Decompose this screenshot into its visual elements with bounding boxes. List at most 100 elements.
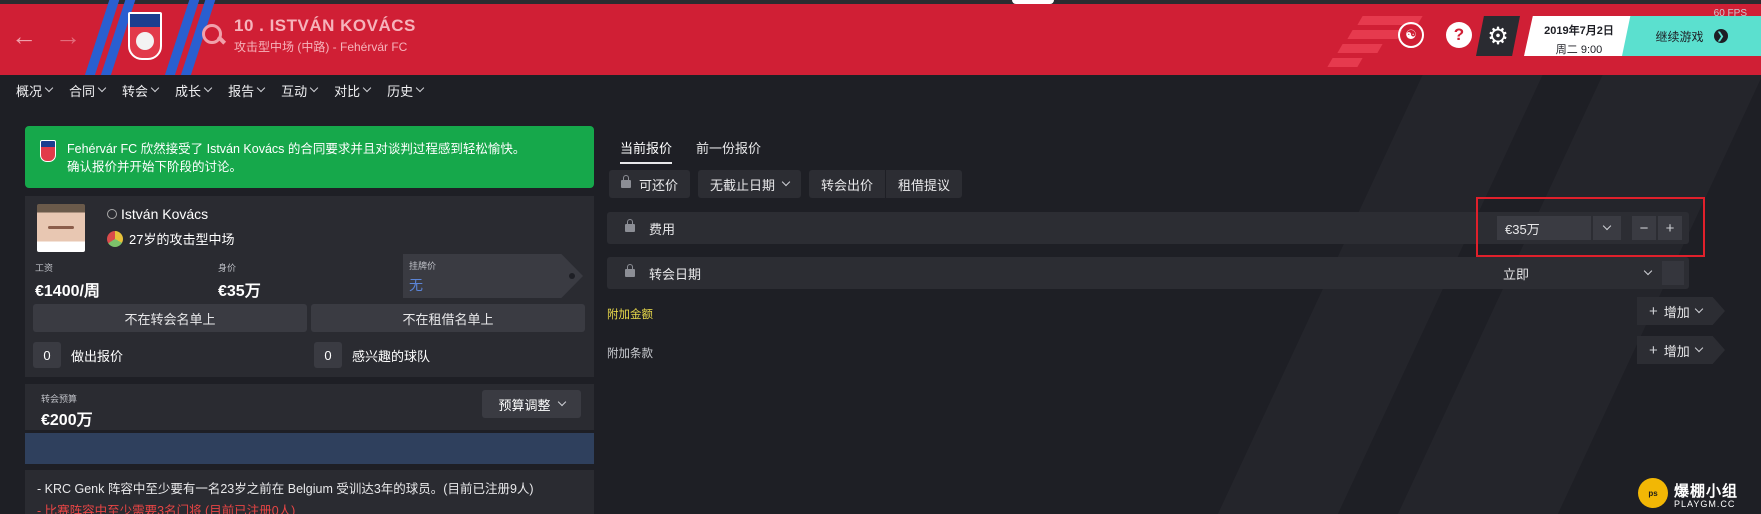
deadline-label: 无截止日期 bbox=[710, 177, 776, 193]
asking-price-value: 无 bbox=[409, 277, 423, 293]
notice-text: Fehérvár FC 欣然接受了 István Kovács 的合同要求并且对… bbox=[67, 140, 525, 176]
lock-icon[interactable] bbox=[625, 219, 635, 232]
transfer-list-button[interactable]: 不在转会名单上 bbox=[33, 304, 307, 332]
watermark-title: 爆棚小组 bbox=[1674, 483, 1739, 500]
chevron-down-icon bbox=[1643, 266, 1653, 276]
deadline-select[interactable]: 无截止日期 bbox=[698, 170, 802, 198]
offers-label: 做出报价 bbox=[71, 348, 124, 364]
offers-made[interactable]: 0 做出报价 bbox=[33, 342, 123, 368]
info-bar bbox=[25, 433, 594, 464]
globe-icon[interactable]: ☯ bbox=[1398, 22, 1424, 48]
date-display[interactable]: 2019年7月2日 周二 9:00 bbox=[1524, 16, 1634, 56]
notice-line: 确认报价并开始下阶段的讨论。 bbox=[67, 160, 243, 174]
offer-options: 可还价 无截止日期 转会出价 租借提议 bbox=[609, 170, 963, 198]
add-label: 增加 bbox=[1663, 304, 1690, 320]
value-value: €35万 bbox=[218, 283, 261, 300]
loan-list-button[interactable]: 不在租借名单上 bbox=[311, 304, 585, 332]
notice-line: Fehérvár FC 欣然接受了 István Kovács 的合同要求并且对… bbox=[67, 142, 526, 156]
page-title: 10 . ISTVÁN KOVÁCS bbox=[234, 16, 416, 35]
negotiable-label: 可还价 bbox=[639, 177, 679, 193]
wage-stat: 工资 €1400/周 bbox=[35, 261, 100, 301]
forward-icon[interactable]: → bbox=[50, 18, 86, 54]
player-name[interactable]: István Kovács bbox=[107, 206, 208, 222]
requirement-line: - 比赛阵容中至少需要3名门将 (目前已注册0人) bbox=[37, 504, 296, 514]
chevron-down-icon bbox=[150, 83, 160, 93]
wage-label: 工资 bbox=[35, 263, 54, 273]
plus-icon: + bbox=[1649, 341, 1658, 359]
player-role-text: 27岁的攻击型中场 bbox=[129, 232, 235, 247]
club-crest-icon[interactable] bbox=[128, 12, 162, 60]
avatar[interactable] bbox=[37, 204, 85, 252]
transfer-date-label: 转会日期 bbox=[649, 266, 702, 282]
chevron-down-icon bbox=[44, 83, 54, 93]
menu-item-development[interactable]: 成长 bbox=[175, 81, 213, 100]
player-name-text: István Kovács bbox=[121, 206, 209, 222]
chevron-down-icon bbox=[256, 83, 266, 93]
help-icon[interactable]: ? bbox=[1446, 22, 1472, 48]
lock-icon[interactable] bbox=[625, 264, 635, 277]
offers-count: 0 bbox=[33, 342, 61, 368]
window-notch bbox=[1012, 0, 1054, 4]
squad-requirements: - KRC Genk 阵容中至少要有一名23岁之前在 Belgium 受训达3年… bbox=[25, 470, 594, 514]
continue-label: 继续游戏 bbox=[1655, 29, 1704, 44]
watermark-logo: ps bbox=[1638, 478, 1668, 508]
transfer-date-value: 立即 bbox=[1503, 266, 1530, 282]
add-clause-button[interactable]: + 增加 bbox=[1637, 336, 1725, 364]
current-time: 周二 9:00 bbox=[1555, 44, 1603, 56]
menu-item-history[interactable]: 历史 bbox=[387, 81, 425, 100]
dot-icon bbox=[569, 273, 575, 279]
chevron-down-icon bbox=[362, 83, 372, 93]
chevron-down-icon bbox=[203, 83, 213, 93]
add-label: 增加 bbox=[1663, 343, 1690, 359]
nation-flag-icon bbox=[107, 230, 123, 247]
chevron-down-icon bbox=[309, 83, 319, 93]
interested-count: 0 bbox=[314, 342, 342, 368]
continue-button[interactable]: 继续游戏 ❯ bbox=[1622, 16, 1761, 56]
asking-price-box[interactable]: 挂牌价 无 bbox=[403, 254, 583, 298]
transfer-date-row: 转会日期 立即 bbox=[607, 257, 1689, 289]
menu-item-overview[interactable]: 概况 bbox=[16, 81, 54, 100]
extra-fees-label: 附加金额 bbox=[607, 309, 653, 321]
chevron-down-icon bbox=[97, 83, 107, 93]
tab-current-offer[interactable]: 当前报价 bbox=[620, 138, 673, 164]
watermark-subtitle: PLAYGM.CC bbox=[1674, 499, 1736, 509]
negotiable-toggle[interactable]: 可还价 bbox=[609, 170, 691, 198]
player-card: István Kovács 27岁的攻击型中场 工资 €1400/周 身价 €3… bbox=[25, 196, 594, 377]
extra-clauses-label: 附加条款 bbox=[607, 348, 653, 360]
transfer-date-select[interactable]: 立即 bbox=[1497, 261, 1657, 285]
value-stat: 身价 €35万 bbox=[218, 261, 261, 301]
current-date: 2019年7月2日 bbox=[1544, 25, 1614, 37]
menu-item-interaction[interactable]: 互动 bbox=[281, 81, 319, 100]
loan-offer-button[interactable]: 租借提议 bbox=[886, 170, 963, 198]
budget-value: €200万 bbox=[41, 412, 93, 429]
fps-counter: 60 FPS bbox=[1713, 8, 1747, 19]
search-icon[interactable] bbox=[200, 22, 226, 48]
acceptance-notice: Fehérvár FC 欣然接受了 István Kovács 的合同要求并且对… bbox=[25, 126, 594, 188]
budget-label: 转会预算 bbox=[41, 394, 78, 404]
menu-item-compare[interactable]: 对比 bbox=[334, 81, 372, 100]
interested-clubs[interactable]: 0 感兴趣的球队 bbox=[314, 342, 430, 368]
wage-value: €1400/周 bbox=[35, 283, 100, 300]
page-subtitle[interactable]: 攻击型中场 (中路) - Fehérvár FC bbox=[234, 38, 407, 55]
app-header: ← → 10 . ISTVÁN KOVÁCS 攻击型中场 (中路) - Fehé… bbox=[0, 0, 1761, 75]
budget-adjust-button[interactable]: 预算调整 bbox=[482, 390, 581, 418]
date-select-handle[interactable] bbox=[1662, 261, 1684, 285]
gear-icon[interactable]: ⚙ bbox=[1476, 16, 1520, 56]
menu-item-contract[interactable]: 合同 bbox=[69, 81, 107, 100]
fee-highlight bbox=[1476, 197, 1705, 257]
menu-item-transfer[interactable]: 转会 bbox=[122, 81, 160, 100]
budget-adjust-label: 预算调整 bbox=[498, 397, 551, 413]
club-crest-icon bbox=[40, 140, 56, 162]
player-menu: 概况 合同 转会 成长 报告 互动 对比 历史 bbox=[0, 75, 1761, 105]
chevron-down-icon bbox=[781, 177, 791, 187]
chevron-down-icon bbox=[557, 397, 566, 407]
chevron-down-icon bbox=[415, 83, 425, 93]
plus-icon: + bbox=[1649, 302, 1658, 320]
asking-price-label: 挂牌价 bbox=[409, 261, 437, 271]
add-extra-fee-button[interactable]: + 增加 bbox=[1637, 297, 1725, 325]
transfer-bid-button[interactable]: 转会出价 bbox=[809, 170, 887, 198]
tab-previous-offer[interactable]: 前一份报价 bbox=[696, 138, 761, 164]
menu-item-reports[interactable]: 报告 bbox=[228, 81, 266, 100]
lock-icon bbox=[621, 175, 631, 188]
back-icon[interactable]: ← bbox=[6, 18, 42, 54]
